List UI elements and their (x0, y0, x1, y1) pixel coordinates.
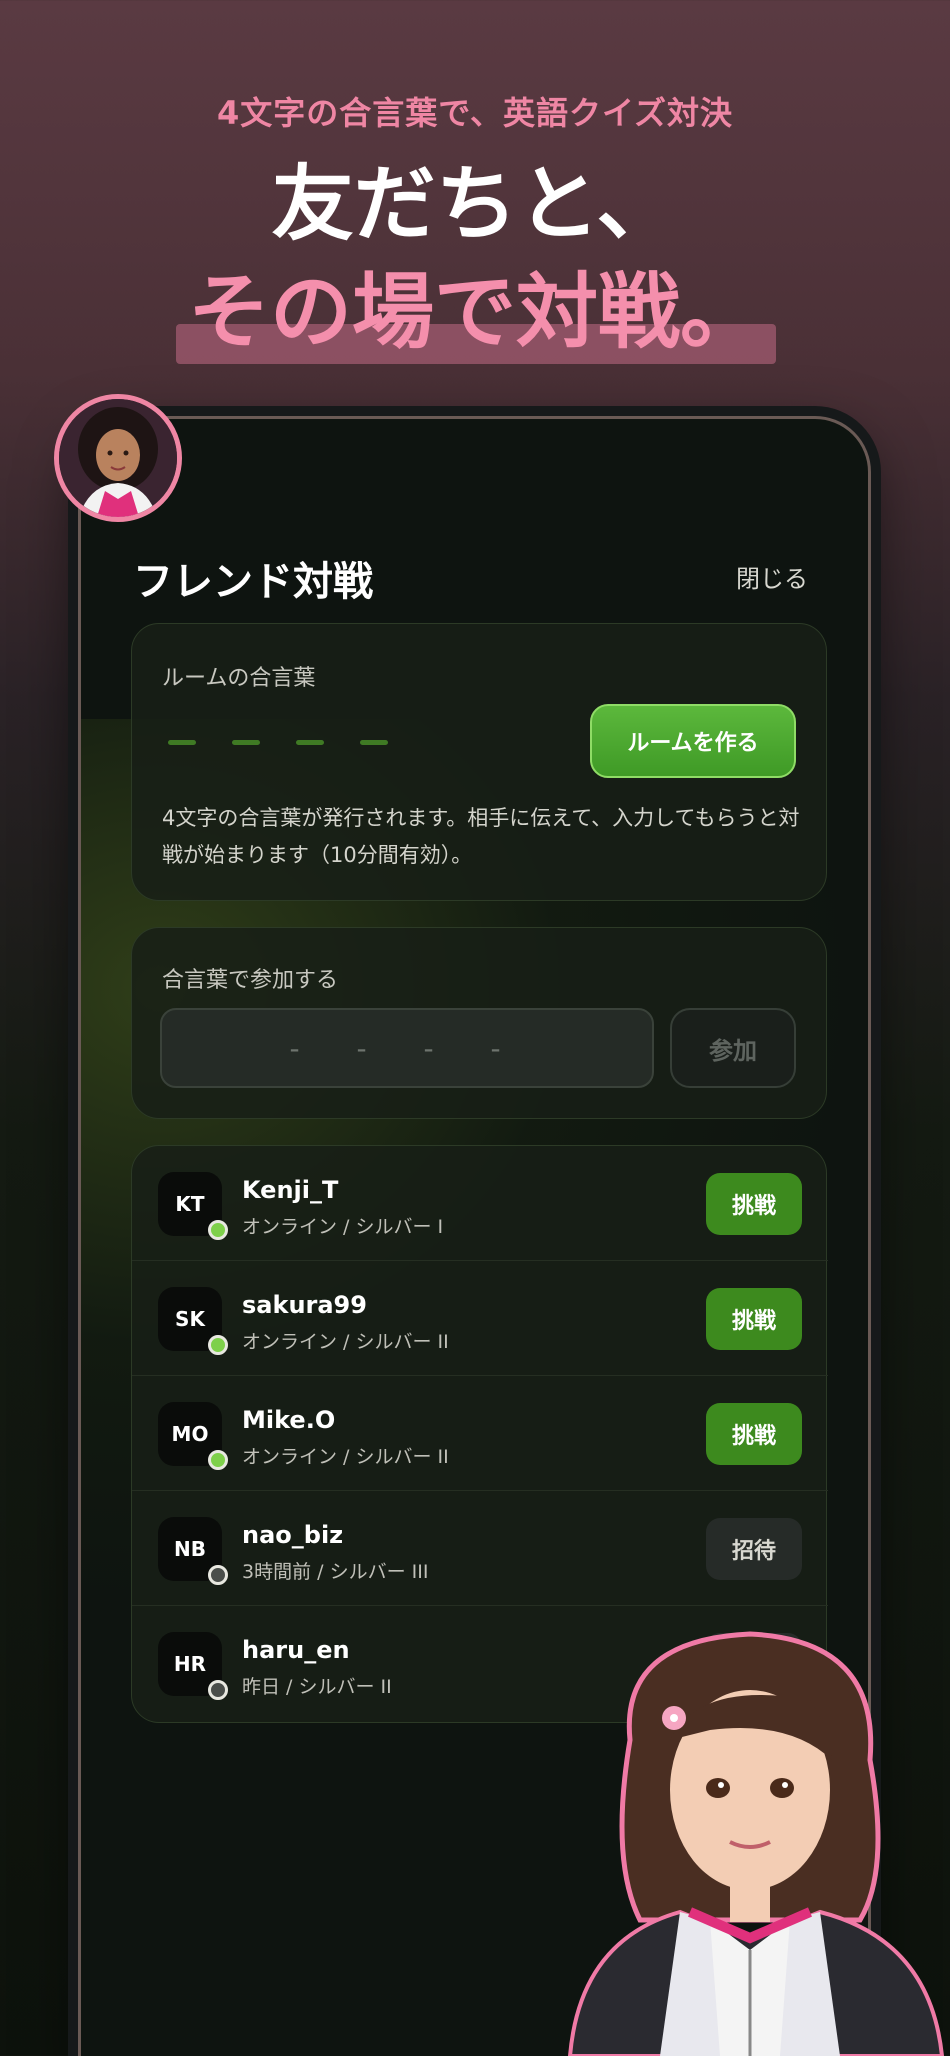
room-code-placeholder (168, 740, 388, 745)
friend-row: MO Mike.O オンライン / シルバー II 挑戦 (132, 1376, 828, 1491)
invite-button[interactable]: 招待 (706, 1518, 802, 1580)
room-code-label: ルームの合言葉 (162, 666, 316, 691)
online-status-icon (208, 1220, 228, 1240)
join-label: 合言葉で参加する (162, 968, 339, 993)
online-status-icon (208, 1335, 228, 1355)
offline-status-icon (208, 1565, 228, 1585)
friend-name: haru_en (242, 1636, 350, 1664)
friend-status: 3時間前 / シルバー III (242, 1561, 429, 1583)
challenge-button[interactable]: 挑戦 (706, 1173, 802, 1235)
join-button[interactable]: 参加 (670, 1008, 796, 1088)
challenge-button[interactable]: 挑戦 (706, 1288, 802, 1350)
friend-row: NB nao_biz 3時間前 / シルバー III 招待 (132, 1491, 828, 1606)
online-status-icon (208, 1450, 228, 1470)
friend-status: オンライン / シルバー II (242, 1331, 449, 1353)
friend-row: SK sakura99 オンライン / シルバー II 挑戦 (132, 1261, 828, 1376)
create-room-button[interactable]: ルームを作る (590, 704, 796, 778)
friend-name: sakura99 (242, 1291, 367, 1319)
promo-subtitle: 4文字の合言葉で、英語クイズ対決 (216, 94, 734, 132)
friend-status: オンライン / シルバー II (242, 1446, 449, 1468)
friend-name: Kenji_T (242, 1176, 339, 1204)
promo-title-line2: その場で対戦。 (187, 265, 762, 360)
mascot-character-icon (567, 1631, 945, 2056)
friend-status: 昨日 / シルバー II (242, 1676, 392, 1698)
page-title: フレンド対戦 (133, 559, 373, 605)
room-card: ルームの合言葉 ルームを作る 4文字の合言葉が発行されます。相手に伝えて、入力し… (131, 623, 827, 901)
friend-status: オンライン / シルバー I (242, 1216, 444, 1238)
character-portrait-icon (59, 399, 177, 517)
close-button[interactable]: 閉じる (736, 559, 808, 594)
friend-row: KT Kenji_T オンライン / シルバー I 挑戦 (132, 1146, 828, 1261)
offline-status-icon (208, 1680, 228, 1700)
friend-name: nao_biz (242, 1521, 344, 1549)
profile-avatar (54, 394, 182, 522)
room-description: 4文字の合言葉が発行されます。相手に伝えて、入力してもらうと対戦が始まります（1… (162, 806, 800, 867)
promo-title-line1: 友だちと、 (271, 157, 679, 252)
friend-name: Mike.O (242, 1406, 336, 1434)
passphrase-input[interactable]: - - - - (160, 1008, 654, 1088)
challenge-button[interactable]: 挑戦 (706, 1403, 802, 1465)
join-card: 合言葉で参加する - - - - 参加 (131, 927, 827, 1119)
